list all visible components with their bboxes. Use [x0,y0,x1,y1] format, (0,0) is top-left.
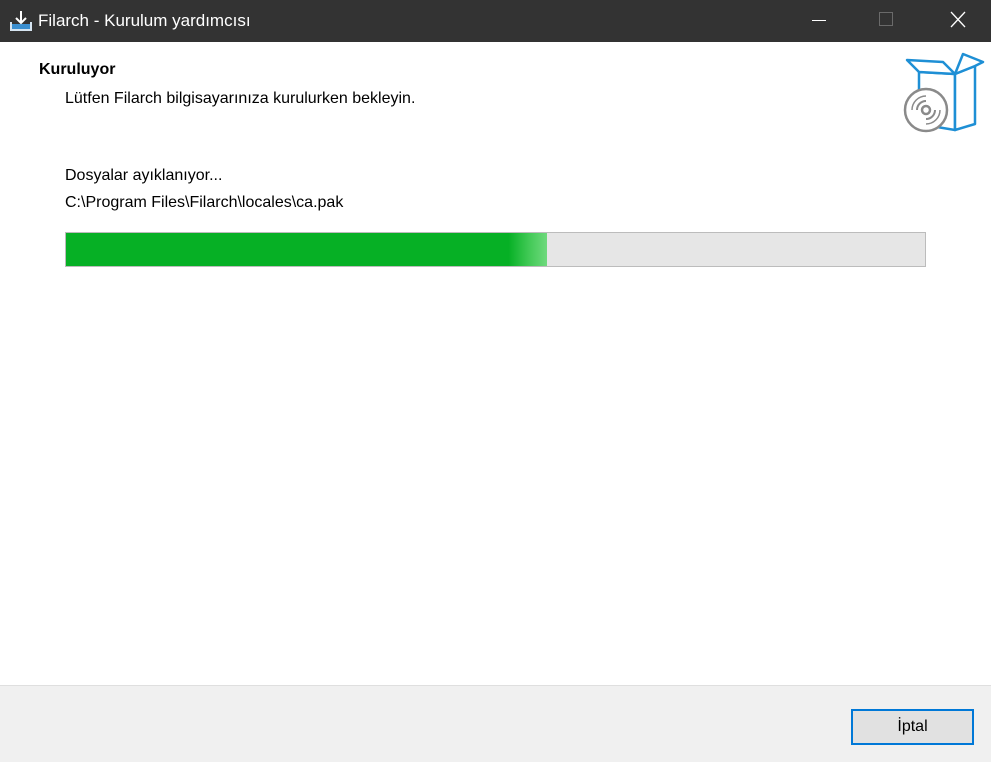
current-file-path: C:\Program Files\Filarch\locales\ca.pak [65,194,344,211]
progress-status: Dosyalar ayıklanıyor... [65,167,223,184]
page-title: Kuruluyor [39,61,116,78]
maximize-button[interactable] [862,0,908,42]
software-box-disc-icon [899,50,985,134]
maximize-icon [879,12,893,26]
minimize-button[interactable] [796,0,842,42]
close-icon [950,11,966,28]
page-subtitle: Lütfen Filarch bilgisayarınıza kurulurke… [65,90,416,107]
progress-bar [65,232,926,267]
close-button[interactable] [935,0,981,42]
wizard-content: Kuruluyor Lütfen Filarch bilgisayarınıza… [0,42,991,685]
window-title: Filarch - Kurulum yardımcısı [38,11,251,30]
installer-download-icon [9,10,33,32]
minimize-icon [812,20,826,21]
cancel-button[interactable]: İptal [851,709,974,745]
wizard-footer: İptal [0,685,991,762]
progress-fill [66,233,548,266]
title-bar[interactable]: Filarch - Kurulum yardımcısı [0,0,991,42]
